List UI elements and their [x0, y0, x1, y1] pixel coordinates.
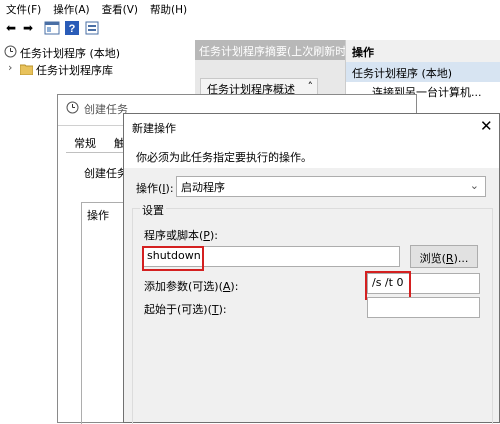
- action-list-header: 操作: [87, 209, 109, 222]
- tree-library-label: 任务计划程序库: [36, 64, 113, 77]
- program-highlight: [142, 246, 204, 271]
- svg-text:?: ?: [69, 23, 76, 35]
- settings-label: 设置: [140, 202, 166, 218]
- close-icon[interactable]: ✕: [480, 117, 493, 135]
- args-highlight: [365, 271, 411, 300]
- tree-root-label: 任务计划程序 (本地): [20, 47, 121, 60]
- action-type-label: 操作(I):: [136, 182, 174, 195]
- dialog-titlebar: 新建操作 ✕: [124, 114, 499, 140]
- clock-icon: [4, 45, 17, 58]
- create-task-title: 创建任务: [84, 103, 128, 116]
- menu-view[interactable]: 查看(V): [96, 0, 144, 17]
- menu-file[interactable]: 文件(F): [0, 0, 47, 17]
- menu-action[interactable]: 操作(A): [47, 0, 95, 17]
- chevron-right-icon[interactable]: ›: [8, 61, 12, 74]
- chevron-down-icon: ⌄: [469, 179, 479, 192]
- console-tree-icon[interactable]: [44, 20, 60, 36]
- tab-general[interactable]: 常规: [74, 135, 96, 151]
- menu-bar: 文件(F) 操作(A) 查看(V) 帮助(H): [0, 0, 500, 17]
- args-label: 添加参数(可选)(A):: [144, 280, 239, 293]
- program-label: 程序或脚本(P):: [144, 229, 218, 242]
- new-action-dialog: 新建操作 ✕ 你必须为此任务指定要执行的操作。 操作(I): 启动程序 ⌄ 设置…: [123, 113, 500, 424]
- action-type-select[interactable]: 启动程序 ⌄: [176, 176, 486, 197]
- forward-arrow-icon[interactable]: ➡: [20, 20, 36, 36]
- dialog-instruction: 你必须为此任务指定要执行的操作。: [136, 151, 312, 164]
- clock-icon: [66, 101, 79, 114]
- dialog-title: 新建操作: [132, 122, 176, 135]
- create-task-desc: 创建任务: [84, 167, 128, 180]
- browse-button[interactable]: 浏览(R)...: [410, 245, 478, 268]
- start-in-input[interactable]: [367, 297, 480, 318]
- back-arrow-icon[interactable]: ⬅: [3, 20, 19, 36]
- chevron-up-icon: ˄: [307, 80, 314, 93]
- start-in-label: 起始于(可选)(T):: [144, 303, 227, 316]
- summary-header: 任务计划程序摘要(上次刷新时间: [195, 40, 345, 60]
- toolbar: ⬅ ➡ ?: [0, 17, 500, 39]
- tree-library[interactable]: › 任务计划程序库: [2, 61, 192, 77]
- actions-selected[interactable]: 任务计划程序 (本地): [346, 62, 500, 82]
- menu-help[interactable]: 帮助(H): [144, 0, 193, 17]
- actions-header: 操作: [346, 40, 500, 62]
- action-type-value: 启动程序: [181, 181, 225, 194]
- help-icon[interactable]: ?: [64, 20, 80, 36]
- folder-icon: [20, 64, 33, 75]
- properties-icon[interactable]: [84, 20, 100, 36]
- tree-root[interactable]: 任务计划程序 (本地): [2, 44, 192, 60]
